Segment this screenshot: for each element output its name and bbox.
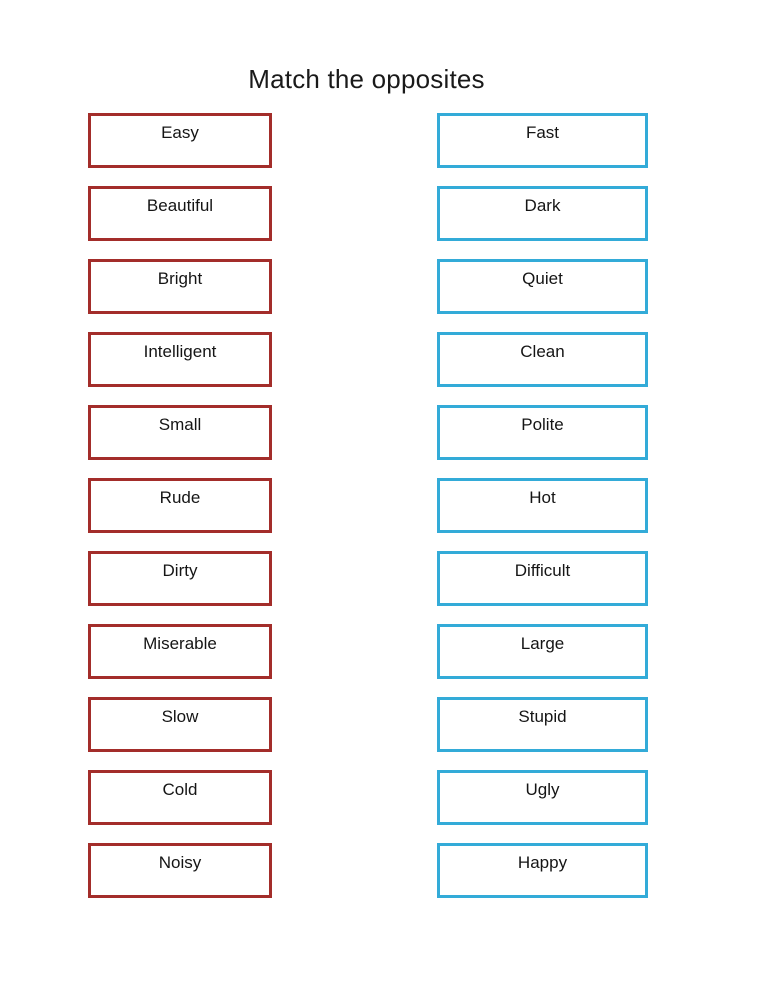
word-label: Miserable (143, 634, 217, 653)
right-word-column: Fast Dark Quiet Clean Polite Hot Difficu… (437, 113, 648, 898)
word-box-left[interactable]: Noisy (88, 843, 272, 898)
word-label: Large (520, 634, 565, 653)
word-label: Dirty (162, 561, 198, 580)
word-box-left[interactable]: Dirty (88, 551, 272, 606)
word-box-left[interactable]: Beautiful (88, 186, 272, 241)
word-box-right[interactable]: Fast (437, 113, 648, 168)
word-label: Hot (529, 488, 556, 507)
word-box-left[interactable]: Miserable (88, 624, 272, 679)
word-box-right[interactable]: Hot (437, 478, 648, 533)
word-box-right[interactable]: Dark (437, 186, 648, 241)
word-label: Fast (525, 123, 560, 142)
word-box-left[interactable]: Small (88, 405, 272, 460)
word-box-right[interactable]: Clean (437, 332, 648, 387)
word-label: Beautiful (146, 196, 214, 215)
word-label: Noisy (158, 853, 202, 872)
word-label: Ugly (525, 780, 560, 799)
word-box-right[interactable]: Quiet (437, 259, 648, 314)
word-label: Bright (157, 269, 203, 288)
word-label: Easy (161, 123, 199, 142)
word-label: Happy (517, 853, 568, 872)
word-box-right[interactable]: Difficult (437, 551, 648, 606)
word-box-left[interactable]: Rude (88, 478, 272, 533)
word-label: Quiet (522, 269, 563, 288)
word-label: Stupid (518, 707, 567, 726)
worksheet-page: Match the opposites Easy Beautiful Brigh… (0, 0, 768, 988)
word-box-left[interactable]: Intelligent (88, 332, 272, 387)
word-label: Slow (161, 707, 199, 726)
word-label: Difficult (514, 561, 571, 580)
word-box-right[interactable]: Ugly (437, 770, 648, 825)
word-box-left[interactable]: Bright (88, 259, 272, 314)
word-box-left[interactable]: Easy (88, 113, 272, 168)
word-box-right[interactable]: Stupid (437, 697, 648, 752)
word-label: Cold (162, 780, 198, 799)
word-box-left[interactable]: Cold (88, 770, 272, 825)
word-box-right[interactable]: Polite (437, 405, 648, 460)
page-title: Match the opposites (248, 64, 485, 94)
word-label: Dark (524, 196, 561, 215)
left-word-column: Easy Beautiful Bright Intelligent Small … (88, 113, 272, 898)
word-box-right[interactable]: Happy (437, 843, 648, 898)
word-box-left[interactable]: Slow (88, 697, 272, 752)
word-label: Intelligent (143, 342, 217, 361)
word-label: Small (158, 415, 202, 434)
word-label: Polite (521, 415, 564, 434)
word-label: Clean (520, 342, 565, 361)
word-box-right[interactable]: Large (437, 624, 648, 679)
word-label: Rude (159, 488, 201, 507)
